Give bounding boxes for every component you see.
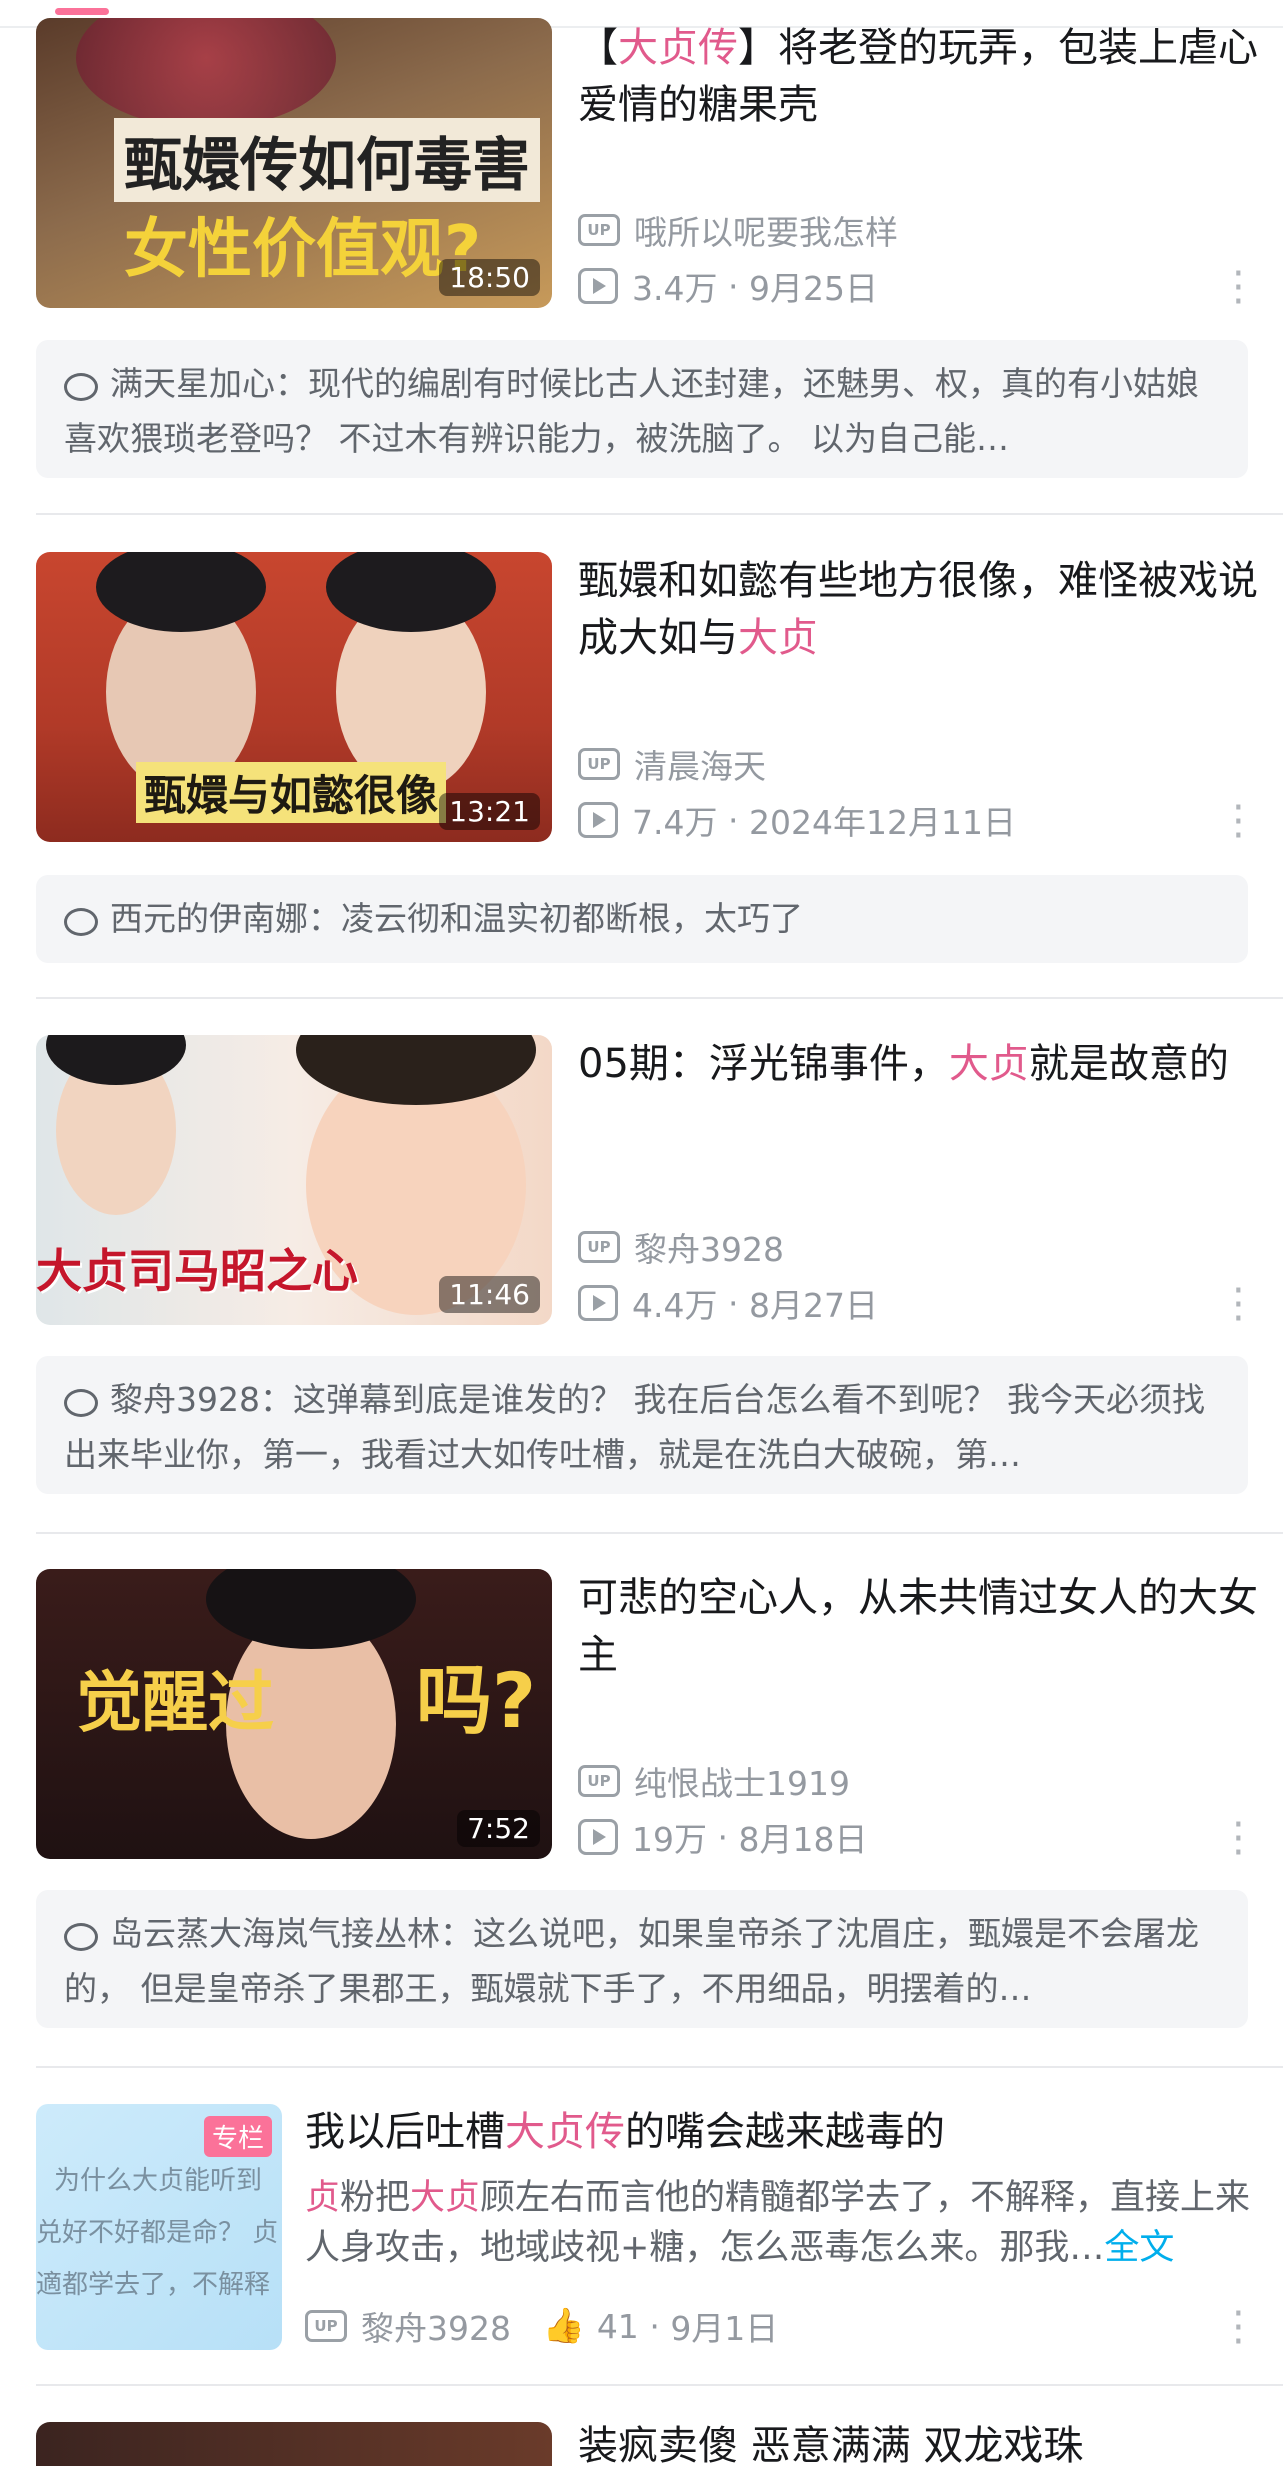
up-icon: UP (578, 1231, 620, 1263)
play-count-icon (578, 1819, 618, 1855)
thumbs-up-icon: 👍 (542, 2306, 585, 2346)
uploader-name[interactable]: 哦所以呢要我怎样 (634, 206, 898, 254)
more-options-icon[interactable]: · · · (1232, 254, 1245, 322)
thumbnail-caption: 觉醒过 (76, 1664, 274, 1741)
video-title[interactable]: 装疯卖傻 恶意满满 双龙戏珠 (578, 2418, 1258, 2475)
uploader-row[interactable]: UP 哦所以呢要我怎样 (578, 206, 898, 254)
article-summary[interactable]: 贞粉把大贞顾左右而言他的精髓都学去了，不解释，直接上来人身攻击，地域歧视+糖，怎… (305, 2173, 1255, 2273)
video-thumbnail[interactable]: 大贞司马昭之心 11:46 (36, 1035, 552, 1325)
video-thumbnail[interactable] (36, 2422, 552, 2466)
divider (36, 997, 1283, 999)
full-text-link[interactable]: 全文 (1104, 2228, 1174, 2268)
divider (36, 2384, 1283, 2386)
stats-row: 7.4万 · 2024年12月11日 (578, 796, 1016, 844)
video-thumbnail[interactable]: 甄嬛传如何毒害 女性价值观? 18:50 (36, 18, 552, 308)
stats-row: 4.4万 · 8月27日 (578, 1279, 878, 1327)
column-tag: 专栏 (203, 2116, 272, 2157)
article-meta-row: UP 黎舟3928 👍 41 · 9月1日 (305, 2302, 778, 2350)
play-count-icon (578, 268, 618, 304)
keyword-highlight: 大贞传 (505, 2109, 625, 2155)
more-options-icon[interactable]: · · · (1232, 2294, 1245, 2362)
thumbnail-caption: 甄嬛传如何毒害 (114, 118, 541, 202)
active-tab-indicator (55, 8, 109, 15)
comment-icon (64, 1923, 98, 1951)
up-icon: UP (578, 214, 620, 246)
article-title[interactable]: 我以后吐槽大贞传的嘴会越来越毒的 (305, 2104, 1265, 2161)
video-title[interactable]: 05期：浮光锦事件，大贞就是故意的 (578, 1036, 1258, 1093)
top-comment[interactable]: 黎舟3928：这弹幕到底是谁发的？ 我在后台怎么看不到呢？ 我今天必须找出来毕业… (36, 1356, 1248, 1494)
thumbnail-caption: 女性价值观? (124, 213, 482, 287)
divider (36, 1532, 1283, 1534)
top-comment[interactable]: 满天星加心：现代的编剧有时候比古人还封建，还魅男、权，真的有小姑娘喜欢猥琐老登吗… (36, 340, 1248, 478)
play-count-icon (578, 1285, 618, 1321)
video-duration: 11:46 (439, 1276, 540, 1313)
top-comment[interactable]: 岛云蒸大海岚气接丛林：这么说吧，如果皇帝杀了沈眉庄，甄嬛是不会屠龙的， 但是皇帝… (36, 1890, 1248, 2028)
play-count-icon (578, 802, 618, 838)
stats-row: 3.4万 · 9月25日 (578, 262, 878, 310)
uploader-row[interactable]: UP 纯恨战士1919 (578, 1757, 850, 1805)
up-icon: UP (578, 1765, 620, 1797)
uploader-row[interactable]: UP 清晨海天 (578, 740, 766, 788)
up-icon: UP (578, 748, 620, 780)
divider (36, 513, 1283, 515)
stats-row: 19万 · 8月18日 (578, 1813, 868, 1861)
keyword-highlight: 大贞 (948, 1041, 1029, 1087)
uploader-name[interactable]: 黎舟3928 (361, 2302, 511, 2350)
video-title[interactable]: 【大贞传】将老登的玩弄，包装上虐心爱情的糖果壳 (578, 20, 1258, 134)
divider (36, 2066, 1283, 2068)
thumbnail-caption: 大贞司马昭之心 (36, 1244, 358, 1298)
video-duration: 18:50 (439, 259, 540, 296)
video-duration: 7:52 (457, 1810, 540, 1847)
video-thumbnail[interactable]: 甄嬛与如懿很像 13:21 (36, 552, 552, 842)
more-options-icon[interactable]: · · · (1232, 1271, 1245, 1339)
up-icon: UP (305, 2310, 347, 2342)
article-thumbnail[interactable]: 专栏 为什么大贞能听到 兑好不好都是命？ 贞 適都学去了，不解释 (36, 2104, 282, 2350)
video-title[interactable]: 可悲的空心人，从未共情过女人的大女主 (578, 1570, 1258, 1684)
comment-icon (64, 373, 98, 401)
video-title[interactable]: 甄嬛和如懿有些地方很像，难怪被戏说成大如与大贞 (578, 553, 1258, 667)
thumbnail-caption: 甄嬛与如懿很像 (136, 762, 447, 823)
more-options-icon[interactable]: · · · (1232, 1805, 1245, 1873)
top-comment[interactable]: 西元的伊南娜：凌云彻和温实初都断根，太巧了 (36, 875, 1248, 963)
more-options-icon[interactable]: · · · (1232, 788, 1245, 856)
video-duration: 13:21 (439, 793, 540, 830)
video-thumbnail[interactable]: 觉醒过 吗? 7:52 (36, 1569, 552, 1859)
keyword-highlight: 大贞 (738, 615, 818, 661)
comment-icon (64, 908, 98, 936)
keyword-highlight: 大贞传 (618, 25, 738, 71)
thumbnail-caption: 吗? (416, 1656, 537, 1745)
uploader-name[interactable]: 清晨海天 (634, 740, 766, 788)
comment-icon (64, 1389, 98, 1417)
uploader-name[interactable]: 纯恨战士1919 (634, 1757, 850, 1805)
uploader-row[interactable]: UP 黎舟3928 (578, 1223, 784, 1271)
uploader-name[interactable]: 黎舟3928 (634, 1223, 784, 1271)
